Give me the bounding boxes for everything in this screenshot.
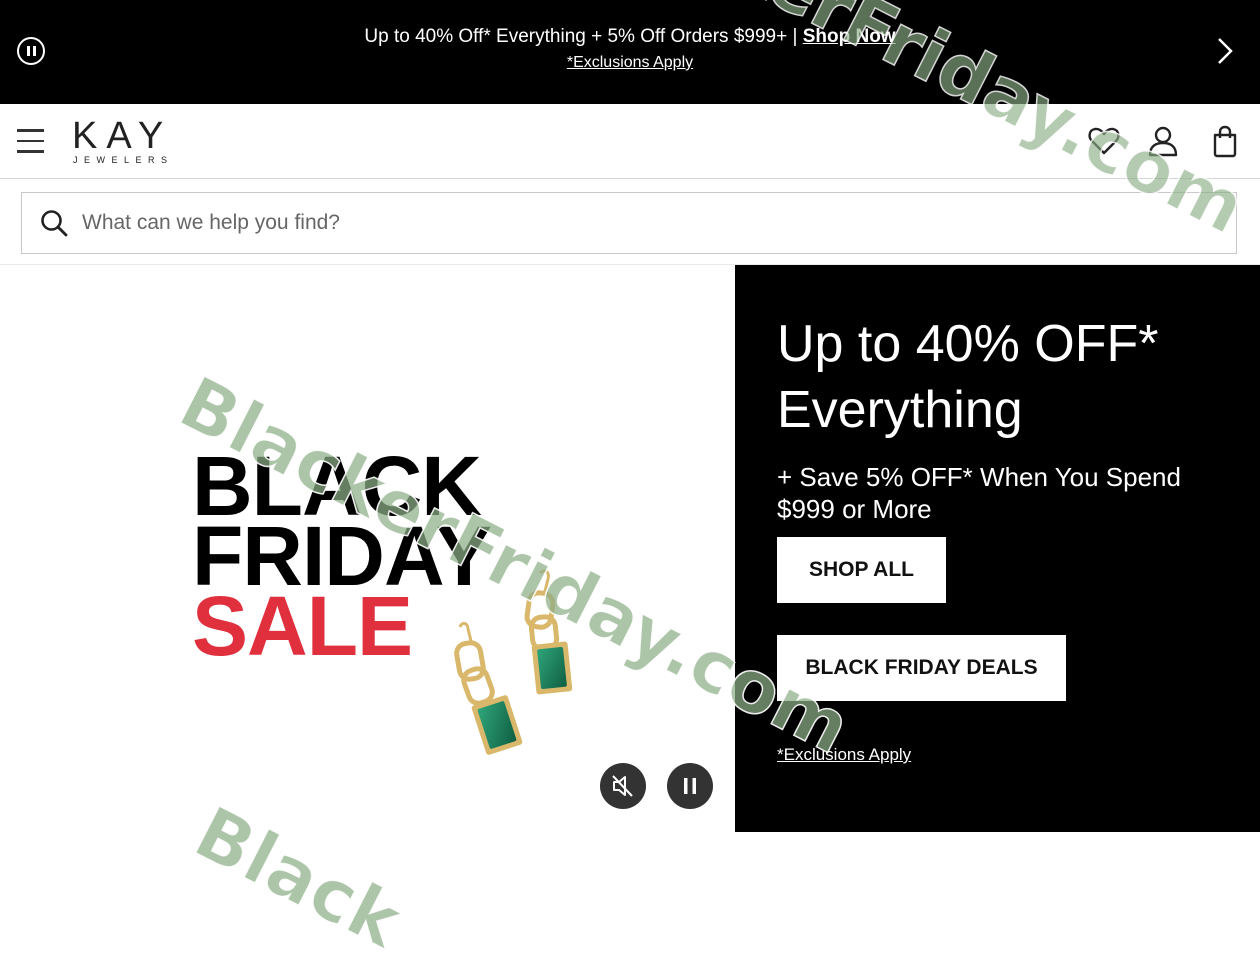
promo-message: Up to 40% Off* Everything + 5% Off Order… xyxy=(364,26,803,47)
shop-now-link[interactable]: Shop Now xyxy=(803,26,896,47)
shopping-bag-icon[interactable] xyxy=(1208,124,1242,158)
hero-exclusions-link[interactable]: *Exclusions Apply xyxy=(777,745,911,765)
pause-icon xyxy=(684,778,696,794)
logo-main-text: KAY xyxy=(72,115,173,157)
search-area xyxy=(0,179,1260,265)
mute-button[interactable] xyxy=(600,763,646,809)
search-box[interactable] xyxy=(21,192,1237,254)
hero-promo-panel: Up to 40% OFF* Everything + Save 5% OFF*… xyxy=(735,265,1260,832)
shop-all-button[interactable]: SHOP ALL xyxy=(777,537,946,603)
heart-icon[interactable] xyxy=(1087,124,1121,158)
logo-sub-text: JEWELERS xyxy=(73,155,174,165)
emerald-earrings-image xyxy=(454,569,573,755)
hero-headline: Up to 40% OFF* Everything xyxy=(777,315,1159,439)
hero-subtext: + Save 5% OFF* When You Spend $999 or Mo… xyxy=(777,462,1181,524)
promo-exclusions-link[interactable]: *Exclusions Apply xyxy=(0,52,1260,74)
black-friday-deals-button[interactable]: BLACK FRIDAY DEALS xyxy=(777,635,1066,701)
video-pause-button[interactable] xyxy=(667,763,713,809)
kay-logo[interactable]: KAY JEWELERS xyxy=(72,115,182,165)
search-icon[interactable] xyxy=(40,209,68,237)
promo-banner: Up to 40% Off* Everything + 5% Off Order… xyxy=(0,0,1260,104)
site-header: KAY JEWELERS xyxy=(0,104,1260,179)
search-input[interactable] xyxy=(82,193,1182,253)
chevron-right-icon[interactable] xyxy=(1214,36,1236,66)
hero-image[interactable]: BLACK FRIDAY SALE xyxy=(0,265,735,852)
account-icon[interactable] xyxy=(1146,124,1180,158)
hamburger-menu-icon[interactable] xyxy=(17,129,44,153)
promo-text: Up to 40% Off* Everything + 5% Off Order… xyxy=(0,24,1260,50)
speaker-muted-icon xyxy=(612,775,633,797)
